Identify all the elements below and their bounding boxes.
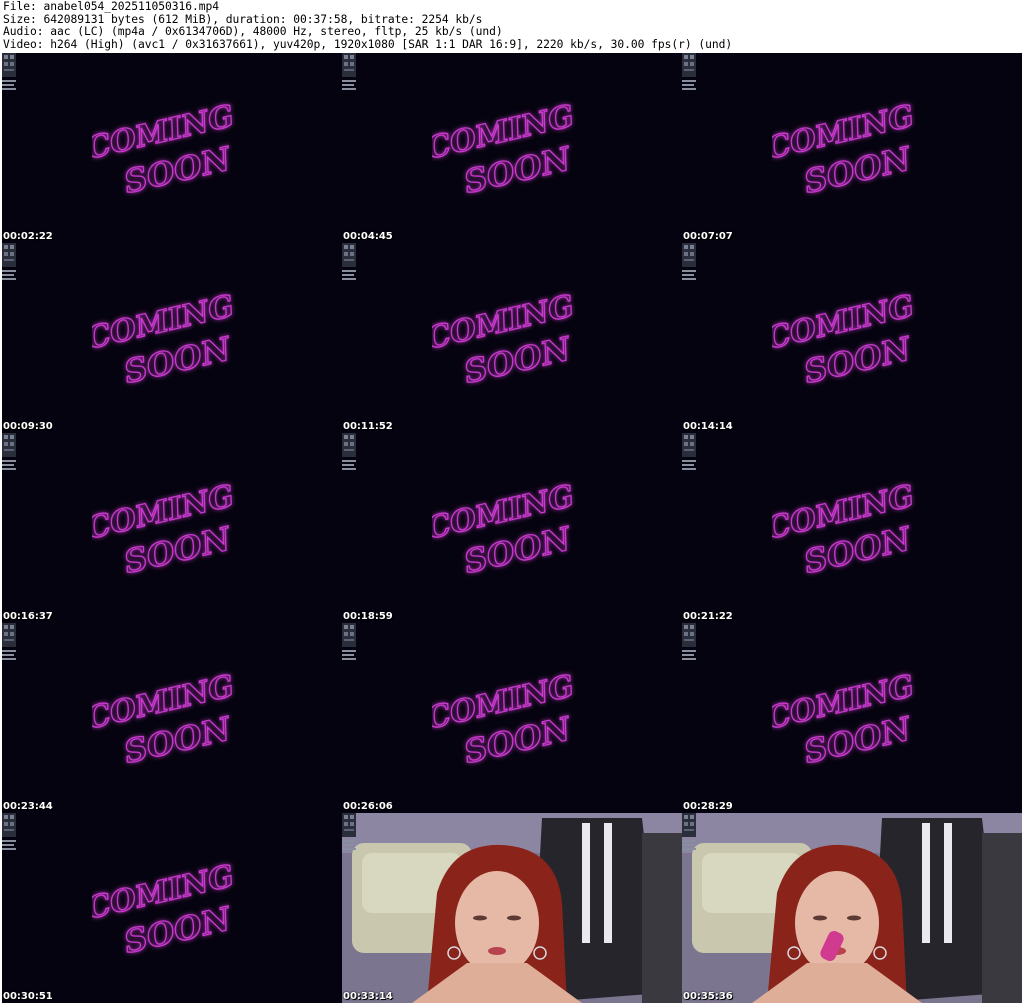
video-thumbnail[interactable]: COMING SOON 00:07:07: [682, 53, 1022, 243]
stream-overlay-icon: [342, 53, 356, 90]
thumbnail-timestamp: 00:04:45: [343, 231, 393, 242]
video-thumbnail[interactable]: COMING SOON 00:18:59: [342, 433, 682, 623]
coming-soon-sign: COMING SOON: [763, 93, 922, 203]
coming-soon-sign: COMING SOON: [763, 283, 922, 393]
coming-soon-sign: COMING SOON: [423, 283, 582, 393]
thumbnail-timestamp: 00:28:29: [683, 801, 733, 812]
video-thumbnail[interactable]: COMING SOON 00:09:30: [2, 243, 342, 433]
stream-overlay-icon: [2, 813, 16, 850]
coming-soon-sign: COMING SOON: [83, 663, 242, 773]
thumbnail-timestamp: 00:18:59: [343, 611, 393, 622]
thumbnail-grid: COMING SOON 00:02:22 COMING SOON 00:04:45 COMI…: [2, 53, 1022, 1003]
stream-overlay-icon: [2, 623, 16, 660]
stream-overlay-icon: [682, 813, 696, 850]
stream-overlay-icon: [682, 53, 696, 90]
video-thumbnail[interactable]: COMING SOON 00:14:14: [682, 243, 1022, 433]
video-thumbnail[interactable]: COMING SOON 00:16:37: [2, 433, 342, 623]
stream-overlay-icon: [2, 243, 16, 280]
video-thumbnail[interactable]: 00:33:14: [342, 813, 682, 1003]
stream-overlay-icon: [2, 433, 16, 470]
thumbnail-timestamp: 00:09:30: [3, 421, 53, 432]
stream-overlay-icon: [682, 433, 696, 470]
thumbnail-timestamp: 00:30:51: [3, 991, 53, 1002]
thumbnail-timestamp: 00:14:14: [683, 421, 733, 432]
video-thumbnail[interactable]: COMING SOON 00:11:52: [342, 243, 682, 433]
coming-soon-sign: COMING SOON: [83, 93, 242, 203]
coming-soon-sign: COMING SOON: [423, 93, 582, 203]
coming-soon-sign: COMING SOON: [83, 473, 242, 583]
video-thumbnail[interactable]: 00:35:36: [682, 813, 1022, 1003]
webcam-frame: [682, 813, 1022, 1003]
video-thumbnail[interactable]: COMING SOON 00:02:22: [2, 53, 342, 243]
coming-soon-sign: COMING SOON: [423, 473, 582, 583]
webcam-frame: [342, 813, 682, 1003]
thumbnail-timestamp: 00:07:07: [683, 231, 733, 242]
thumbnail-timestamp: 00:02:22: [3, 231, 53, 242]
stream-overlay-icon: [342, 243, 356, 280]
coming-soon-sign: COMING SOON: [763, 663, 922, 773]
thumbnail-timestamp: 00:11:52: [343, 421, 393, 432]
video-thumbnail[interactable]: COMING SOON 00:23:44: [2, 623, 342, 813]
thumbnail-timestamp: 00:26:06: [343, 801, 393, 812]
video-thumbnail[interactable]: COMING SOON 00:30:51: [2, 813, 342, 1003]
file-line: File: anabel054_202511050316.mp4: [3, 0, 220, 13]
thumbnail-timestamp: 00:21:22: [683, 611, 733, 622]
stream-overlay-icon: [2, 53, 16, 90]
coming-soon-sign: COMING SOON: [83, 283, 242, 393]
thumbnail-timestamp: 00:35:36: [683, 991, 733, 1002]
video-thumbnail[interactable]: COMING SOON 00:21:22: [682, 433, 1022, 623]
video-thumbnail[interactable]: COMING SOON 00:28:29: [682, 623, 1022, 813]
audio-line: Audio: aac (LC) (mp4a / 0x6134706D), 480…: [3, 25, 503, 39]
coming-soon-sign: COMING SOON: [423, 663, 582, 773]
stream-overlay-icon: [682, 623, 696, 660]
video-thumbnail[interactable]: COMING SOON 00:04:45: [342, 53, 682, 243]
video-line: Video: h264 (High) (avc1 / 0x31637661), …: [3, 37, 733, 51]
stream-overlay-icon: [342, 433, 356, 470]
thumbnail-timestamp: 00:23:44: [3, 801, 53, 812]
thumbnail-timestamp: 00:33:14: [343, 991, 393, 1002]
stream-overlay-icon: [342, 623, 356, 660]
coming-soon-sign: COMING SOON: [763, 473, 922, 583]
stream-overlay-icon: [682, 243, 696, 280]
thumbnail-timestamp: 00:16:37: [3, 611, 53, 622]
video-thumbnail[interactable]: COMING SOON 00:26:06: [342, 623, 682, 813]
stream-overlay-icon: [342, 813, 356, 850]
coming-soon-sign: COMING SOON: [83, 853, 242, 963]
file-info-header: File: anabel054_202511050316.mp4 Size: 64…: [3, 0, 1021, 51]
